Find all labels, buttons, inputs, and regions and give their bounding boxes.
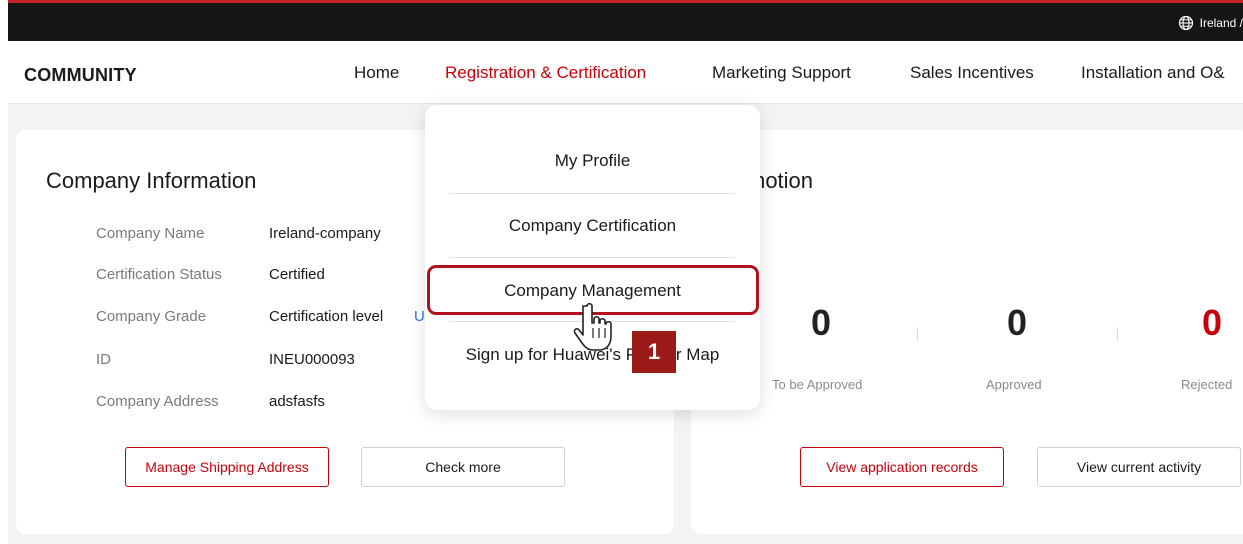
- hand-pointer-icon: [573, 302, 612, 351]
- nav-item-home[interactable]: Home: [354, 63, 399, 83]
- nav-item-registration-certification[interactable]: Registration & Certification: [445, 63, 646, 83]
- left-frame-edge: [0, 0, 8, 544]
- to-be-approved-count: 0: [810, 302, 832, 343]
- manage-shipping-address-button[interactable]: Manage Shipping Address: [125, 447, 329, 487]
- id-value: INEU000093: [269, 351, 355, 368]
- company-name-value: Ireland-company: [269, 225, 381, 242]
- view-application-records-button[interactable]: View application records: [800, 447, 1004, 487]
- company-grade-link[interactable]: U: [414, 308, 425, 325]
- main-navbar: COMMUNITY Home Registration & Certificat…: [8, 41, 1243, 104]
- approved-label: Approved: [986, 377, 1042, 392]
- step-number-badge: 1: [632, 331, 676, 373]
- registration-certification-dropdown: My Profile Company Certification Company…: [425, 105, 760, 410]
- menu-item-company-management[interactable]: Company Management: [425, 281, 760, 301]
- nav-item-sales-incentives[interactable]: Sales Incentives: [910, 63, 1034, 83]
- menu-item-my-profile[interactable]: My Profile: [425, 151, 760, 171]
- check-more-button[interactable]: Check more: [361, 447, 565, 487]
- certification-status-value: Certified: [269, 266, 325, 283]
- stat-divider: [917, 327, 918, 341]
- menu-item-company-certification[interactable]: Company Certification: [425, 216, 760, 236]
- id-label: ID: [96, 351, 111, 368]
- region-selector[interactable]: Ireland /: [1178, 15, 1243, 31]
- approved-count: 0: [1006, 302, 1028, 343]
- company-information-title: Company Information: [46, 168, 257, 193]
- certification-status-label: Certification Status: [96, 266, 222, 283]
- stat-divider: [1117, 327, 1118, 341]
- nav-item-marketing-support[interactable]: Marketing Support: [712, 63, 851, 83]
- globe-icon: [1178, 15, 1193, 31]
- region-label[interactable]: Ireland /: [1200, 16, 1243, 30]
- company-address-label: Company Address: [96, 393, 219, 410]
- to-be-approved-label: To be Approved: [772, 377, 863, 392]
- menu-divider: [449, 193, 735, 194]
- top-bar: Ireland /: [8, 0, 1243, 41]
- nav-item-installation[interactable]: Installation and O&: [1081, 63, 1225, 83]
- menu-divider: [449, 257, 735, 258]
- company-grade-label: Company Grade: [96, 308, 207, 325]
- rejected-label: Rejected: [1181, 377, 1233, 392]
- brand-logo[interactable]: COMMUNITY: [24, 65, 137, 86]
- view-current-activity-button[interactable]: View current activity: [1037, 447, 1241, 487]
- promotion-card: motion 0 0 0 To be Approved Approved Rej…: [691, 130, 1243, 534]
- company-grade-value: Certification level: [269, 308, 384, 325]
- company-name-label: Company Name: [96, 225, 205, 242]
- rejected-count: 0: [1201, 302, 1223, 343]
- company-address-value: adsfasfs: [269, 393, 325, 410]
